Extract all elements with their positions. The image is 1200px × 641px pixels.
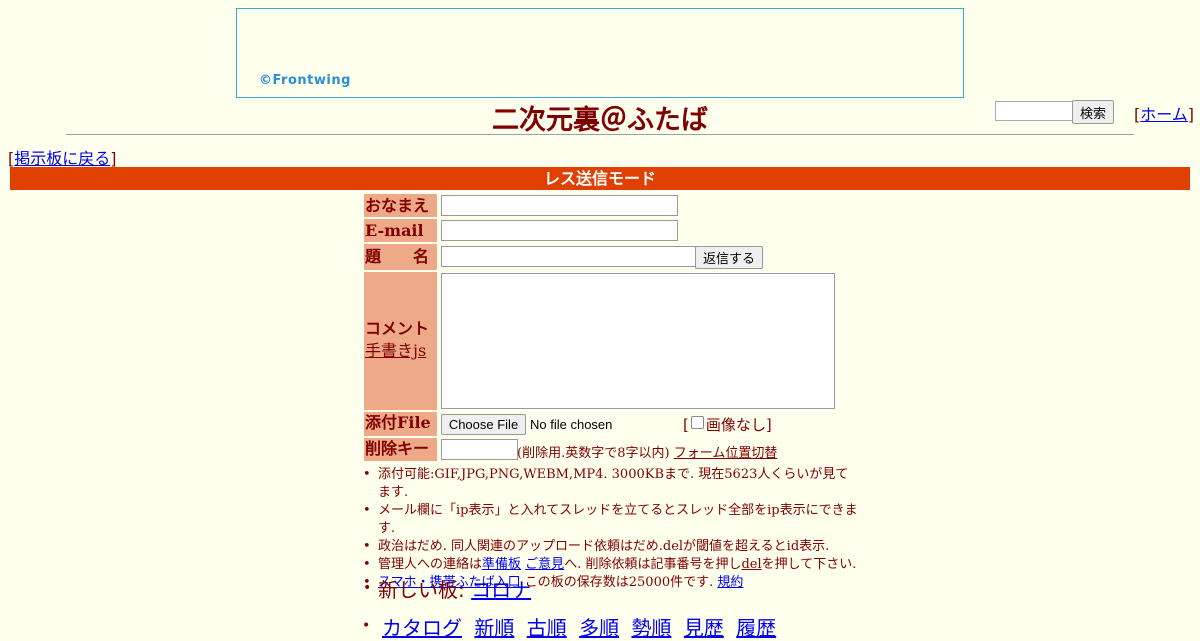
- delete-key-note: (削除用.英数字で8字以内) フォーム位置切替: [517, 442, 777, 461]
- sort-momentum-link[interactable]: 勢順: [631, 616, 671, 640]
- no-image-checkbox[interactable]: [690, 416, 704, 429]
- ad-banner[interactable]: ©Frontwing: [236, 8, 964, 98]
- rules-link[interactable]: 規約: [717, 575, 743, 590]
- new-board-link[interactable]: コロナ: [471, 578, 531, 602]
- bracket-close: ]: [1187, 105, 1195, 124]
- delete-key-input[interactable]: [441, 439, 518, 460]
- back-nav: [掲示板に戻る]: [8, 145, 117, 169]
- home-link[interactable]: ホーム: [1140, 105, 1188, 124]
- back-to-board-link[interactable]: 掲示板に戻る: [14, 149, 110, 168]
- catalog-bullet: •: [362, 618, 371, 634]
- subject-label: 題 名: [364, 244, 437, 270]
- oekaki-link[interactable]: 手書きjs: [365, 341, 426, 360]
- notice-text: へ. 削除依頼は記事番号を押し: [564, 557, 742, 572]
- file-status: No file chosen: [530, 417, 613, 432]
- email-input[interactable]: [441, 220, 678, 241]
- subject-input[interactable]: [441, 246, 696, 267]
- search-button[interactable]: 検索: [1072, 100, 1114, 124]
- comment-label-cell: コメント 手書きjs: [364, 272, 437, 410]
- new-board-label: 新しい板:: [378, 578, 472, 602]
- delete-key-hint: (削除用.英数字で8字以内): [517, 446, 670, 461]
- search-input[interactable]: [995, 101, 1075, 121]
- name-input[interactable]: [441, 195, 678, 216]
- list-item: 管理人への連絡は準備板 ご意見へ. 削除依頼は記事番号を押しdelを押して下さい…: [363, 556, 858, 574]
- list-item: 政治はだめ. 同人関連のアップロード依頼はだめ.delが閾値を超えるとid表示.: [363, 538, 858, 556]
- list-item: メール欄に「ip表示」と入れてスレッドを立てるとスレッド全部をip表示にできます…: [363, 502, 858, 538]
- divider: [66, 134, 1134, 135]
- form-position-toggle-link[interactable]: フォーム位置切替: [674, 446, 778, 461]
- bracket-close: ]: [765, 416, 772, 434]
- bracket-close: ]: [110, 149, 117, 168]
- email-label: E-mail: [364, 219, 437, 242]
- sort-many-link[interactable]: 多順: [579, 616, 619, 640]
- sort-old-link[interactable]: 古順: [527, 616, 567, 640]
- no-image-option: [ 画像なし]: [683, 414, 772, 435]
- notice-text: この板の保存数は25000件です.: [520, 575, 714, 590]
- catalog-link[interactable]: カタログ: [382, 616, 462, 640]
- list-item: 添付可能:GIF,JPG,PNG,WEBM,MP4. 3000KBまで. 現在5…: [363, 466, 858, 502]
- bracket-open: [: [683, 416, 689, 434]
- name-label: おなまえ: [364, 194, 437, 217]
- prep-board-link[interactable]: 準備板: [482, 557, 521, 572]
- comment-textarea[interactable]: [441, 273, 835, 409]
- new-board-line: 新しい板: コロナ: [363, 574, 531, 603]
- notice-text: 管理人への連絡は: [378, 557, 483, 572]
- banner-logo: ©Frontwing: [259, 73, 351, 88]
- no-image-label: 画像なし: [705, 416, 766, 434]
- view-history-link[interactable]: 見歴: [684, 616, 724, 640]
- choose-file-button[interactable]: Choose File: [441, 414, 526, 435]
- sort-new-link[interactable]: 新順: [474, 616, 514, 640]
- delete-key-label: 削除キー: [364, 438, 437, 461]
- feedback-link[interactable]: ご意見: [525, 557, 564, 572]
- notice-text: を押して下さい.: [761, 557, 857, 572]
- catalog-nav: カタログ 新順 古順 多順 勢順 見歴 履歴: [382, 612, 782, 641]
- file-label: 添付File: [364, 412, 437, 436]
- comment-label: コメント: [365, 319, 430, 338]
- reply-mode-bar: レス送信モード: [10, 167, 1190, 190]
- history-link[interactable]: 履歴: [736, 616, 776, 640]
- home-nav: [ホーム]: [1134, 101, 1194, 125]
- del-link[interactable]: del: [741, 557, 761, 572]
- submit-reply-button[interactable]: 返信する: [695, 246, 763, 269]
